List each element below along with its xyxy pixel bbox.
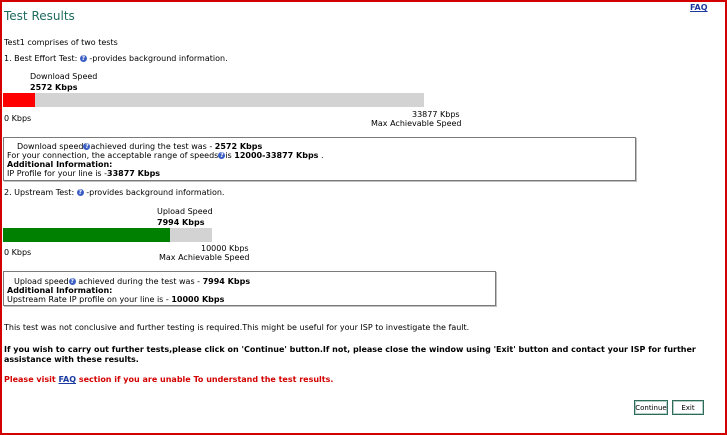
conclusion-text: This test was not conclusive and further… [4,323,470,332]
download-info-box: Download speed? achieved during the test … [3,137,636,181]
upload-info-line3-value: 10000 Kbps [171,295,225,304]
window-frame [0,0,727,435]
download-speed-bar-fill [3,93,35,107]
download-heading: 1. Best Effort Test: ? -provides backgro… [4,54,228,63]
download-min-label: 0 Kbps [4,114,32,123]
download-info-line2-value: 12000-33877 Kbps [234,151,319,160]
upload-info-line1-pre: Upload speed [14,277,69,286]
download-max-value: 33877 Kbps [412,110,460,119]
upload-info-line1: Upload speed? achieved during the test w… [4,272,495,286]
download-heading-pre: 1. Best Effort Test: [4,54,80,63]
info-icon[interactable]: ? [79,55,87,62]
instruction-text: If you wish to carry out further tests,p… [4,345,696,364]
download-info-line2-pre: For your connection, the acceptable rang… [7,151,219,160]
upload-max-value: 10000 Kbps [201,244,249,253]
visit-faq-text: Please visit FAQ section if you are unab… [4,375,333,384]
upload-info-line3: Upstream Rate IP profile on your line is… [4,295,495,304]
download-info-line4: IP Profile for your line is -33877 Kbps [4,169,635,178]
upload-info-box: Upload speed? achieved during the test w… [3,271,496,306]
upload-speed-bar [3,228,212,242]
upload-additional-title: Additional Information: [7,286,113,295]
download-speed-label: Download Speed [30,72,98,81]
info-icon[interactable]: ? [76,189,84,196]
intro-text: Test1 comprises of two tests [4,38,118,47]
upload-min-label: 0 Kbps [4,248,32,257]
download-info-line2-post: . [318,151,324,160]
upload-speed-bar-fill [3,228,171,242]
exit-button[interactable]: Exit [672,400,704,415]
download-info-line4-value: 33877 Kbps [107,169,161,178]
download-info-line1: Download speed? achieved during the test … [4,138,635,151]
faq-inline-link[interactable]: FAQ [58,375,76,384]
upload-heading-pre: 2. Upstream Test: [4,188,77,197]
download-max-label: Max Achievable Speed [371,119,462,128]
upload-speed-label: Upload Speed [157,207,213,216]
upload-speed-value: 7994 Kbps [157,218,205,227]
download-additional-title: Additional Information: [7,160,113,169]
download-heading-post: -provides background information. [86,54,228,63]
upload-info-line1-value: 7994 Kbps [202,277,251,286]
info-icon[interactable]: ? [68,278,76,285]
download-info-line2: For your connection, the acceptable rang… [4,151,635,160]
upload-info-line1-mid: achieved during the test was - [75,277,203,286]
visit-post: section if you are unable To understand … [76,375,334,384]
download-info-line2-mid: is [225,151,235,160]
faq-link[interactable]: FAQ [690,3,708,12]
upload-max-label: Max Achievable Speed [159,253,250,262]
download-info-line1-value: 2572 Kbps [214,142,263,151]
visit-pre: Please visit [4,375,59,384]
page-title: Test Results [4,9,75,23]
download-info-line1-pre: Download speed [17,142,84,151]
upload-heading: 2. Upstream Test: ? -provides background… [4,188,224,197]
download-info-line1-mid: achieved during the test was - [90,142,215,151]
download-speed-bar [3,93,424,107]
upload-heading-post: -provides background information. [83,188,225,197]
download-info-line4-pre: IP Profile for your line is - [7,169,108,178]
upload-info-line3-pre: Upstream Rate IP profile on your line is… [7,295,172,304]
continue-button[interactable]: Continue [634,400,668,415]
download-speed-value: 2572 Kbps [30,83,78,92]
